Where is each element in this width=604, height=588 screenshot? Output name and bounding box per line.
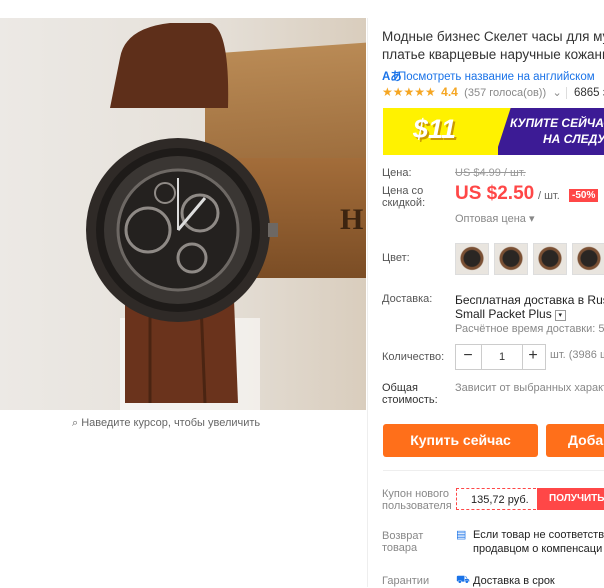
chevron-down-icon: ▾ — [554, 310, 566, 321]
total-value: Зависит от выбранных характ — [455, 382, 604, 394]
guarantee-text: Доставка в срок — [473, 575, 555, 587]
wholesale-price-link[interactable]: Оптовая цена ▾ — [455, 212, 534, 225]
magnifier-icon: ⌕ — [72, 417, 79, 429]
divider — [383, 470, 604, 471]
banner-amount: $11 — [413, 114, 457, 144]
quantity-plus-button[interactable]: + — [521, 345, 545, 369]
watch-illustration — [86, 23, 278, 404]
return-policy-icon: ▤ — [456, 529, 467, 541]
banner-line1: КУПИТЕ СЕЙЧАС — [510, 116, 604, 130]
zoom-hint: ⌕ Наведите курсор, чтобы увеличить — [72, 417, 261, 429]
product-title: Модные бизнес Скелет часы для муж платье… — [382, 29, 604, 62]
shipping-destination[interactable]: Бесплатная доставка в Russ — [455, 293, 604, 307]
buy-now-button[interactable]: Купить сейчас — [383, 424, 538, 457]
color-label: Цвет: — [382, 252, 410, 264]
caret-down-icon: ▾ — [528, 213, 535, 225]
shipping-eta: Расчётное время доставки: 52 — [455, 323, 604, 335]
color-swatch-3[interactable] — [533, 243, 567, 275]
promo-banner[interactable]: $11 КУПИТЕ СЕЙЧАС НА СЛЕДУ — [383, 108, 604, 155]
color-swatch-1[interactable] — [455, 243, 489, 275]
discount-badge: -50% — [569, 189, 599, 202]
color-swatch-4[interactable] — [572, 243, 604, 275]
price-label: Цена: — [382, 167, 412, 179]
discount-price-label: Цена со скидкой: — [382, 185, 426, 209]
coupon-label: Купон нового пользователя — [382, 488, 452, 512]
rating-value: 4.4 — [441, 85, 458, 99]
column-divider — [367, 18, 368, 587]
chevron-down-icon[interactable]: ⌄ — [552, 87, 561, 99]
coupon-value: 135,72 руб. — [456, 488, 536, 510]
get-coupon-button[interactable]: ПОЛУЧИТЬ — [537, 488, 604, 510]
rating-row[interactable]: ★★★★★ 4.4 (357 голоса(ов)) ⌄ — [382, 85, 562, 99]
quantity-available: шт. (3986 ш — [550, 349, 604, 361]
guarantee-label: Гарантии — [382, 575, 430, 587]
color-swatch-2[interactable] — [494, 243, 528, 275]
star-rating: ★★★★★ — [382, 85, 436, 99]
returns-text: Если товар не соответству продавцом о ком… — [473, 529, 604, 555]
product-image[interactable]: H — [0, 18, 366, 410]
returns-label: Возврат товара — [382, 530, 424, 554]
quantity-input[interactable]: 1 — [481, 345, 523, 369]
old-price: US $4.99 / шт. — [455, 167, 526, 179]
votes-count[interactable]: (357 голоса(ов)) — [464, 87, 546, 99]
total-label: Общая стоимость: — [382, 382, 438, 406]
quantity-label: Количество: — [382, 351, 445, 363]
quantity-stepper: − 1 + — [455, 344, 546, 370]
delivery-truck-icon: ⛟ — [456, 574, 470, 586]
price-unit: / шт. — [538, 190, 560, 202]
banner-line2: НА СЛЕДУ — [543, 132, 604, 146]
translate-icon: Aあ — [382, 71, 402, 83]
current-price: US $2.50 — [455, 183, 535, 204]
quantity-minus-button[interactable]: − — [456, 345, 480, 369]
orders-count: 6865 за — [566, 87, 604, 99]
add-to-cart-button[interactable]: Доба — [546, 424, 604, 457]
translate-link[interactable]: AあПосмотреть название на английском — [382, 68, 595, 84]
shipping-method[interactable]: Small Packet Plus ▾ — [455, 307, 566, 321]
shipping-label: Доставка: — [382, 293, 433, 305]
